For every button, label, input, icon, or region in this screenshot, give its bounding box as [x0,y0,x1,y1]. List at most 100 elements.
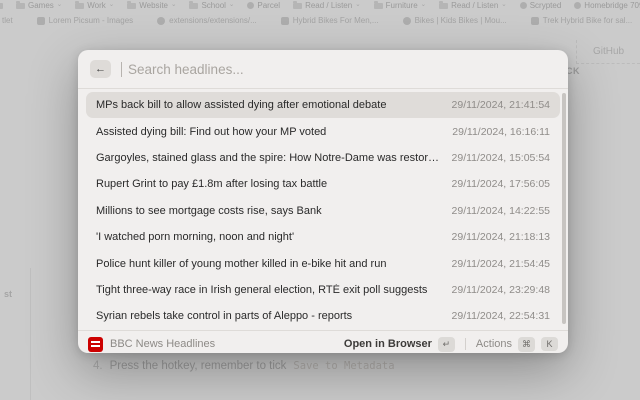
headline-timestamp: 29/11/2024, 14:22:55 [452,205,550,217]
list-item[interactable]: Tight three-way race in Irish general el… [86,277,560,303]
chevron-down-icon: ⌄ [109,2,114,9]
github-icon [157,17,165,25]
bookmark-label: Lorem Picsum - Images [49,16,133,25]
page-text-fragment: st [4,289,12,299]
list-item[interactable]: Syrian rebels take control in parts of A… [86,303,560,329]
site-favicon [281,17,289,25]
bookmark-item-outlet[interactable]: tlet [2,16,13,25]
bookmark-label: Trek Hybrid Bike for sal... [543,16,633,25]
list-item[interactable]: Police hunt killer of young mother kille… [86,250,560,276]
actions-label: Actions [476,338,512,350]
headline-title: Gargoyles, stained glass and the spire: … [96,152,440,164]
bookmark-folder-read-listen-2[interactable]: Read / Listen⌄ [439,1,507,10]
bookmark-item-extensions[interactable]: extensions/extensions/... [157,16,257,25]
bookmark-folder-school[interactable]: School⌄ [189,1,234,10]
bookmark-folder-work[interactable]: Work⌄ [75,1,114,10]
chevron-down-icon: ⌄ [355,2,360,9]
page-instruction-step: 4. Press the hotkey, remember to tick Sa… [93,360,395,372]
bookmark-label: School [201,1,225,10]
globe-icon [520,2,527,9]
footer-divider [465,338,466,350]
bookmark-homebridge[interactable]: Homebridge 7094 [574,1,640,10]
headline-title: Police hunt killer of young mother kille… [96,258,386,270]
bookmark-label: Read / Listen [451,1,498,10]
bookmark-label: tlet [2,16,13,25]
headline-timestamp: 29/11/2024, 17:56:05 [452,178,550,190]
text-caret [121,62,122,77]
bookmark-items-row: tlet Lorem Picsum - Images extensions/ex… [0,13,640,28]
bookmarks-bar: Games⌄ Work⌄ Website⌄ School⌄ Parcel Rea… [0,0,640,11]
chevron-down-icon: ⌄ [171,2,176,9]
bookmark-label: Read / Listen [305,1,352,10]
headline-timestamp: 29/11/2024, 21:18:13 [452,231,550,243]
bookmark-folder-website[interactable]: Website⌄ [127,1,176,10]
headline-title: Millions to see mortgage costs rise, say… [96,205,322,217]
scrollbar[interactable] [562,93,566,324]
folder-icon [293,3,302,9]
step-text: Press the hotkey, remember to tick [110,360,287,372]
bookmark-label: Hybrid Bikes For Men,... [293,16,379,25]
chevron-down-icon: ⌄ [421,2,426,9]
globe-icon [574,2,581,9]
folder-icon [75,3,84,9]
bookmark-item-trek-bike[interactable]: Trek Hybrid Bike for sal... [531,16,633,25]
chevron-down-icon: ⌄ [501,2,506,9]
bookmark-label: Work [87,1,106,10]
sidebar-divider [30,268,31,400]
list-item[interactable]: Assisted dying bill: Find out how your M… [86,118,560,144]
bookmark-label: Bikes | Kids Bikes | Mou... [415,16,507,25]
list-item[interactable]: Gargoyles, stained glass and the spire: … [86,145,560,171]
bookmark-folder-games[interactable]: Games⌄ [16,1,62,10]
headline-title: Tight three-way race in Irish general el… [96,284,427,296]
k-key-icon: K [541,337,558,351]
headline-timestamp: 29/11/2024, 16:16:11 [452,126,550,138]
extension-name: BBC News Headlines [110,338,337,350]
github-link[interactable]: GitHub [593,46,624,57]
bbc-logo-icon [88,337,103,352]
bookmark-label: Games [28,1,54,10]
chevron-down-icon: ⌄ [57,2,62,9]
bookmark-item-hybrid-bikes[interactable]: Hybrid Bikes For Men,... [281,16,379,25]
search-input[interactable] [126,61,556,78]
palette-header: ← [78,50,568,89]
bookmark-label: Scrypted [530,1,562,10]
bookmark-folder-furniture[interactable]: Furniture⌄ [374,1,426,10]
headline-title: Syrian rebels take control in parts of A… [96,310,352,322]
step-code: Save to Metadata [293,360,394,372]
headline-title: Rupert Grint to pay £1.8m after losing t… [96,178,327,190]
list-item[interactable]: Rupert Grint to pay £1.8m after losing t… [86,171,560,197]
folder-icon [439,3,448,9]
site-favicon [403,17,411,25]
bookmark-label: Furniture [386,1,418,10]
bookmark-folder-read-listen[interactable]: Read / Listen⌄ [293,1,361,10]
headline-timestamp: 29/11/2024, 23:29:48 [452,284,550,296]
step-number: 4. [93,360,103,372]
folder-icon [374,3,383,9]
list-item[interactable]: MPs back bill to allow assisted dying af… [86,92,560,118]
github-link-box: GitHub [576,40,640,64]
list-item[interactable]: Millions to see mortgage costs rise, say… [86,198,560,224]
bookmark-label: Website [139,1,168,10]
actions-menu-button[interactable]: Actions ⌘ K [476,337,558,352]
folder-icon [16,3,25,9]
headline-timestamp: 29/11/2024, 21:41:54 [452,99,550,111]
list-item[interactable]: 'I watched porn morning, noon and night'… [86,224,560,250]
speaker-icon [531,17,539,25]
bookmark-item-lorem-picsum[interactable]: Lorem Picsum - Images [37,16,133,25]
headline-list: MPs back bill to allow assisted dying af… [78,89,568,330]
folder-icon [127,3,136,9]
bookmark-parcel[interactable]: Parcel [247,1,280,10]
back-button[interactable]: ← [90,60,111,78]
palette-footer: BBC News Headlines Open in Browser ↵ Act… [78,330,568,353]
bookmark-item-kids-bikes[interactable]: Bikes | Kids Bikes | Mou... [403,16,507,25]
headline-title: 'I watched porn morning, noon and night' [96,231,294,243]
bookmark-scrypted[interactable]: Scrypted [520,1,562,10]
open-in-browser-action[interactable]: Open in Browser ↵ [344,337,455,352]
bookmark-label: extensions/extensions/... [169,16,257,25]
headline-title: MPs back bill to allow assisted dying af… [96,99,386,111]
headline-timestamp: 29/11/2024, 22:54:31 [452,310,550,322]
open-in-browser-label: Open in Browser [344,338,432,350]
command-palette-window: ← MPs back bill to allow assisted dying … [78,50,568,353]
folder-icon [0,3,3,9]
headline-timestamp: 29/11/2024, 15:05:54 [452,152,550,164]
